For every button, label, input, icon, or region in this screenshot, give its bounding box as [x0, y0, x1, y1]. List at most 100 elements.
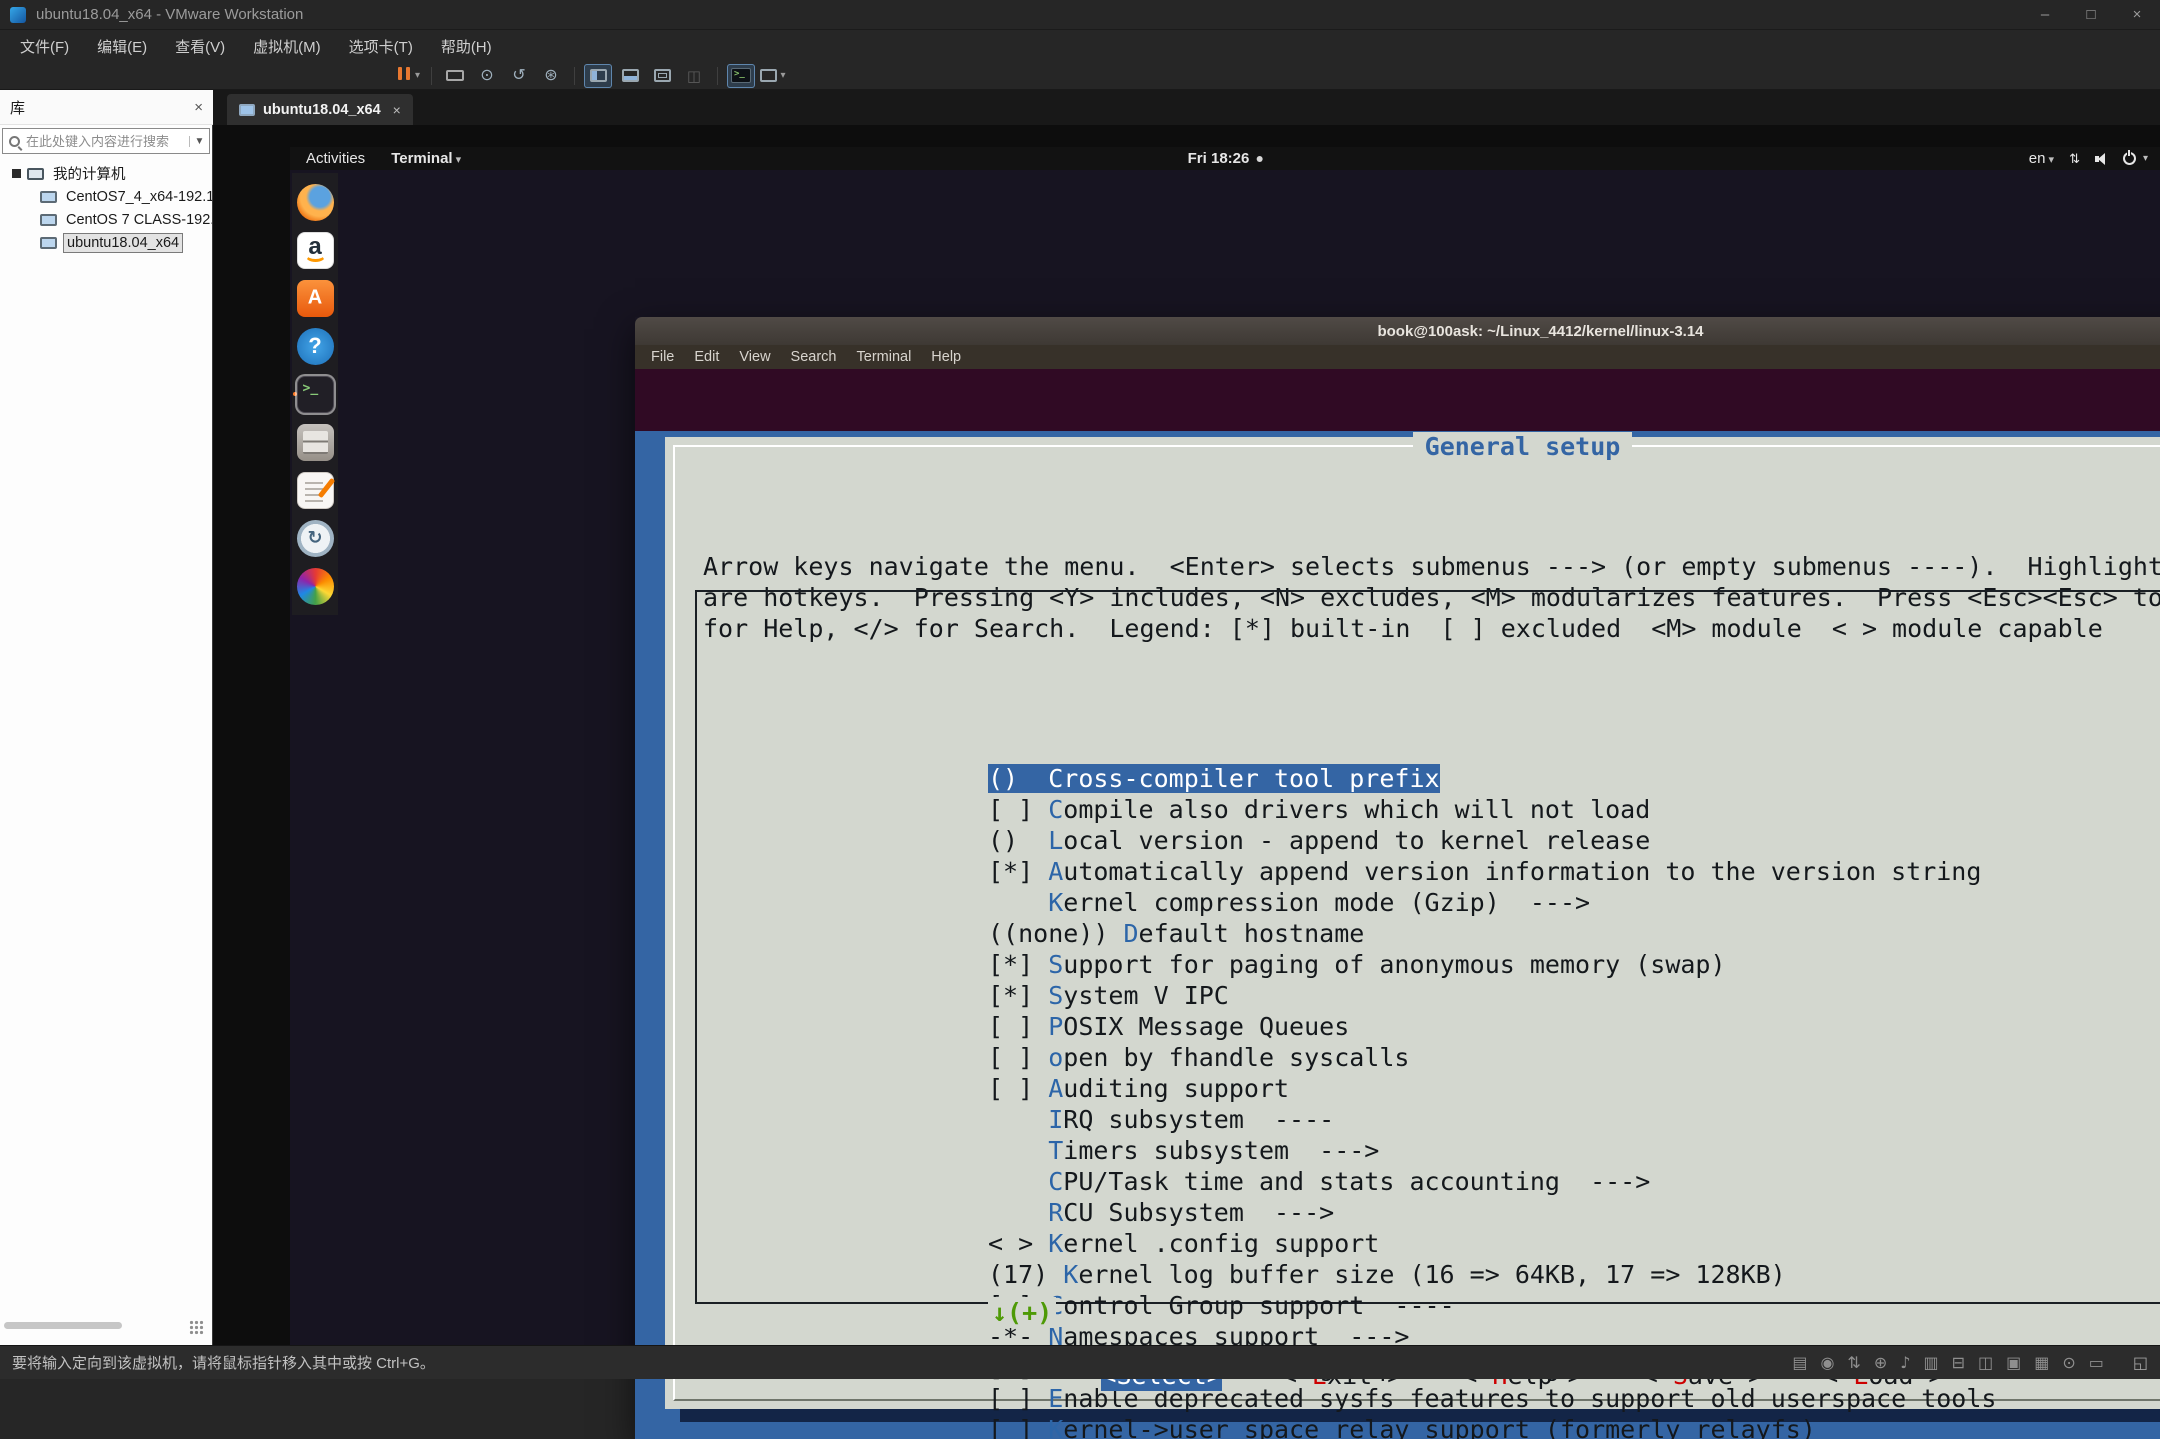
close-icon[interactable]: ×	[194, 99, 203, 116]
horizontal-scrollbar[interactable]	[4, 1322, 122, 1329]
restore-layout-icon[interactable]: ◱	[2133, 1353, 2148, 1372]
search-input[interactable]	[26, 133, 189, 149]
library-sidebar: ▼ 我的计算机 CentOS7_4_x64-192.16 CentOS 7 CLA…	[0, 125, 213, 1345]
vm-monitor-icon	[40, 190, 57, 203]
menu-item[interactable]: [ ] Auditing support	[988, 1073, 2160, 1104]
minimize-button[interactable]: –	[2022, 0, 2068, 29]
terminal-titlebar[interactable]: book@100ask: ~/Linux_4412/kernel/linux-3…	[635, 317, 2160, 345]
menu-item[interactable]: ((none)) Default hostname	[988, 918, 2160, 949]
vmware-toolbar: ▾ ⊙ ↺ ⊛ ◫ ▾	[0, 62, 2160, 90]
menu-item[interactable]: [*] System V IPC	[988, 980, 2160, 1011]
serial-port-icon[interactable]: ◫	[1978, 1353, 1993, 1372]
notification-dot	[1256, 155, 1263, 162]
snapshot-manager-button[interactable]: ⊛	[537, 64, 565, 88]
console-icon	[731, 68, 751, 83]
activities-button[interactable]: Activities	[306, 150, 365, 167]
printer-icon[interactable]: ▥	[1923, 1353, 1938, 1372]
help-icon[interactable]	[292, 322, 338, 370]
vmware-menu-item[interactable]: 选项卡(T)	[335, 30, 427, 62]
tab-ubuntu18-04-x64[interactable]: ubuntu18.04_x64 ×	[227, 94, 413, 125]
menu-item[interactable]: (17) Kernel log buffer size (16 => 64KB,…	[988, 1259, 2160, 1290]
chevron-down-icon[interactable]: ▼	[189, 135, 209, 147]
library-panel-toggle[interactable]	[584, 63, 612, 88]
close-button[interactable]: ×	[2114, 0, 2160, 29]
unity-mode-button[interactable]: ◫	[680, 64, 708, 88]
memory-icon[interactable]: ▦	[2034, 1353, 2049, 1372]
menu-item[interactable]: () Local version - append to kernel rele…	[988, 825, 2160, 856]
instruction-line: Arrow keys navigate the menu. <Enter> se…	[703, 552, 2160, 581]
resize-grip[interactable]	[189, 1320, 204, 1335]
vmware-menu-item[interactable]: 虚拟机(M)	[239, 30, 335, 62]
mouse-icon[interactable]: ⊙	[2062, 1353, 2075, 1372]
tree-item-vm[interactable]: CentOS7_4_x64-192.16	[0, 185, 212, 208]
terminal-menu-item[interactable]: Edit	[684, 349, 729, 365]
terminal-menu-item[interactable]: Search	[781, 349, 847, 365]
app-menu-button[interactable]: Terminal	[391, 150, 461, 167]
network-icon[interactable]: ⇅	[2069, 151, 2080, 167]
clock-button[interactable]: Fri 18:26	[1188, 150, 1263, 167]
menu-item[interactable]: [ ] Control Group support ----	[988, 1290, 2160, 1321]
tree-item-vm[interactable]: ubuntu18.04_x64	[0, 231, 212, 254]
amazon-icon[interactable]	[292, 226, 338, 274]
thumbnail-bar-toggle[interactable]	[616, 64, 644, 88]
sound-icon[interactable]: ♪	[1900, 1353, 1910, 1372]
menu-item[interactable]: [ ] Compile also drivers which will not …	[988, 794, 2160, 825]
software-updater-icon[interactable]	[292, 514, 338, 562]
menu-item[interactable]: () Cross-compiler tool prefix	[988, 763, 2160, 794]
bottom-panel-icon	[621, 69, 639, 82]
tree-item-my-computer[interactable]: 我的计算机	[0, 162, 212, 185]
menu-item[interactable]: [*] Automatically append version informa…	[988, 856, 2160, 887]
console-view-toggle[interactable]	[727, 63, 755, 88]
menu-item[interactable]: Kernel compression mode (Gzip) --->	[988, 887, 2160, 918]
menu-item[interactable]: [ ] open by fhandle syscalls	[988, 1042, 2160, 1073]
vmware-menu-item[interactable]: 编辑(E)	[83, 30, 161, 62]
menu-item[interactable]: IRQ subsystem ----	[988, 1104, 2160, 1135]
terminal-menu-item[interactable]: Help	[921, 349, 971, 365]
usb-device-icon[interactable]: ⊕	[1874, 1353, 1887, 1372]
menu-item[interactable]: [ ] POSIX Message Queues	[988, 1011, 2160, 1042]
cd-rom-icon[interactable]: ◉	[1820, 1353, 1834, 1372]
terminal-menu-item[interactable]: View	[729, 349, 780, 365]
keyboard-layout-button[interactable]: en	[2029, 150, 2054, 167]
menu-item[interactable]: [ ] Kernel->user space relay support (fo…	[988, 1414, 2160, 1439]
tree-item-vm[interactable]: CentOS 7 CLASS-192.1	[0, 208, 212, 231]
power-icon[interactable]	[2122, 152, 2136, 165]
menu-item[interactable]: < > Kernel .config support	[988, 1228, 2160, 1259]
terminal-menu-item[interactable]: Terminal	[847, 349, 922, 365]
menu-item[interactable]: CPU/Task time and stats accounting --->	[988, 1166, 2160, 1197]
hard-disk-icon[interactable]: ▤	[1792, 1353, 1807, 1372]
color-wheel-icon[interactable]	[292, 562, 338, 610]
vmware-titlebar: ubuntu18.04_x64 - VMware Workstation – □ ×	[0, 0, 2160, 30]
vmware-statusbar: 要将输入定向到该虚拟机，请将鼠标指针移入其中或按 Ctrl+G。 ▤ ◉ ⇅ ⊕ ♪ ▥ ⊟…	[0, 1345, 2160, 1379]
library-search[interactable]: ▼	[2, 128, 210, 154]
floppy-icon[interactable]: ⊟	[1952, 1353, 1965, 1372]
display-icon[interactable]: ▣	[2006, 1353, 2021, 1372]
vmware-menu-item[interactable]: 查看(V)	[161, 30, 239, 62]
snapshot-revert-button[interactable]: ↺	[505, 64, 533, 88]
vm-monitor-icon	[40, 236, 57, 249]
menu-item[interactable]: Timers subsystem --->	[988, 1135, 2160, 1166]
suspend-button[interactable]: ▾	[394, 64, 422, 88]
terminal-menu-item[interactable]: File	[641, 349, 684, 365]
terminal-icon[interactable]	[292, 370, 338, 418]
close-icon[interactable]: ×	[393, 102, 401, 118]
menu-item[interactable]: [*] Support for paging of anonymous memo…	[988, 949, 2160, 980]
snapshot-take-button[interactable]: ⊙	[473, 64, 501, 88]
volume-icon[interactable]	[2094, 152, 2108, 165]
menu-item[interactable]: RCU Subsystem --->	[988, 1197, 2160, 1228]
ubuntu-software-icon[interactable]	[292, 274, 338, 322]
fullscreen-button[interactable]	[648, 64, 676, 88]
network-adapter-icon[interactable]: ⇅	[1847, 1353, 1860, 1372]
vmware-menu-item[interactable]: 文件(F)	[6, 30, 83, 62]
firefox-icon[interactable]	[292, 178, 338, 226]
text-editor-icon[interactable]	[292, 466, 338, 514]
vmware-menu-item[interactable]: 帮助(H)	[427, 30, 506, 62]
vm-monitor-icon	[40, 213, 57, 226]
maximize-button[interactable]: □	[2068, 0, 2114, 29]
expander-icon[interactable]	[12, 169, 21, 178]
files-icon[interactable]	[292, 418, 338, 466]
keyboard-icon[interactable]: ▭	[2089, 1353, 2104, 1372]
send-ctrl-alt-del-button[interactable]	[441, 64, 469, 88]
terminal-menubar: File Edit View Search Terminal Help	[635, 345, 2160, 369]
stretch-guest-button[interactable]: ▾	[759, 64, 787, 88]
